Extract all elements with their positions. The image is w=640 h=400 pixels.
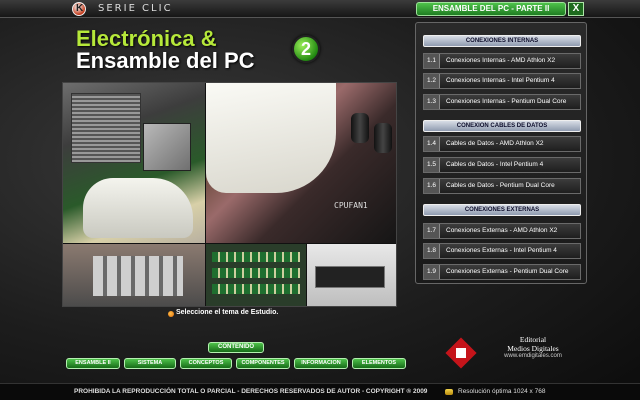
topic-1-4[interactable]: 1.4 Cables de Datos - AMD Athlon X2 [423, 136, 581, 152]
section-header-internas: CONEXIONES INTERNAS [423, 35, 581, 47]
copyright-text: PROHIBIDA LA REPRODUCCIÓN TOTAL O PARCIA… [74, 388, 428, 395]
topic-number: 1.1 [424, 54, 440, 68]
topic-number: 1.6 [424, 179, 440, 193]
logo-inner-shape [456, 348, 466, 358]
heatsink-shape [71, 93, 141, 163]
publisher-text: Editorial Medios Digitales www.emdigital… [478, 335, 588, 359]
section-header-externas: CONEXIONES EXTERNAS [423, 204, 581, 216]
publisher-logo-icon [444, 337, 478, 372]
series-label: SERIE CLIC [98, 3, 173, 14]
ram-stick-shape [212, 284, 300, 294]
nav-informacion[interactable]: INFORMACION [294, 358, 348, 369]
section-header-cables: CONEXION CABLES DE DATOS [423, 120, 581, 132]
topic-1-8[interactable]: 1.8 Conexiones Externas - Intel Pentium … [423, 243, 581, 259]
publisher-url: www.emdigitales.com [504, 353, 562, 359]
nav-conceptos[interactable]: CONCEPTOS [180, 358, 232, 369]
nav-ensamble-ii[interactable]: ENSAMBLE II [66, 358, 120, 369]
publisher-line-2: Medios Digitales [507, 344, 559, 353]
capacitor-shape [351, 113, 369, 143]
topic-1-3[interactable]: 1.3 Conexiones Internas - Pentium Dual C… [423, 94, 581, 110]
topic-1-1[interactable]: 1.1 Conexiones Internas - AMD Athlon X2 [423, 53, 581, 69]
nav-componentes[interactable]: COMPONENTES [236, 358, 290, 369]
topics-panel: CONEXIONES INTERNAS 1.1 Conexiones Inter… [415, 22, 587, 284]
drive-bay-shape [315, 266, 385, 288]
topic-label: Cables de Datos - Pentium Dual Core [446, 182, 555, 189]
photo-motherboard-closeup: CPUFAN1 [206, 83, 396, 243]
photo-ram-slots [206, 244, 306, 306]
nav-sistema[interactable]: SISTEMA [124, 358, 176, 369]
nav-elementos[interactable]: ELEMENTOS [352, 358, 406, 369]
topic-number: 1.5 [424, 158, 440, 172]
app-window: K SERIE CLIC ENSAMBLE DEL PC - PARTE II … [0, 0, 640, 400]
topic-number: 1.8 [424, 244, 440, 258]
topic-label: Conexiones Externas - Pentium Dual Core [446, 268, 569, 275]
topic-label: Cables de Datos - Intel Pentium 4 [446, 161, 544, 168]
resolution-text: Resolución óptima 1024 x 768 [458, 388, 546, 395]
hint-text: Seleccione el tema de Estudio. [176, 309, 279, 316]
photo-back-ports [63, 244, 205, 306]
ram-stick-shape [212, 252, 300, 262]
capacitor-shape [374, 123, 392, 153]
top-bar: K SERIE CLIC ENSAMBLE DEL PC - PARTE II … [0, 0, 640, 18]
topic-label: Cables de Datos - AMD Athlon X2 [446, 140, 544, 147]
gloved-hand-shape [83, 178, 193, 238]
publisher-line-1: Editorial [519, 335, 547, 344]
topic-number: 1.4 [424, 137, 440, 151]
title-line-2: Ensamble del PC [76, 48, 255, 73]
topic-1-5[interactable]: 1.5 Cables de Datos - Intel Pentium 4 [423, 157, 581, 173]
topic-number: 1.9 [424, 265, 440, 279]
topic-1-7[interactable]: 1.7 Conexiones Externas - AMD Athlon X2 [423, 223, 581, 239]
monitor-icon [445, 389, 453, 395]
topic-label: Conexiones Externas - AMD Athlon X2 [446, 227, 558, 234]
cpu-chip-shape [143, 123, 191, 171]
hint-bullet-icon [168, 311, 174, 317]
photo-drive-bay [307, 244, 396, 306]
topic-number: 1.3 [424, 95, 440, 109]
photo-collage: CPUFAN1 [62, 82, 397, 307]
content-button[interactable]: CONTENIDO [208, 342, 264, 353]
footer-bar: PROHIBIDA LA REPRODUCCIÓN TOTAL O PARCIA… [0, 383, 640, 400]
ram-stick-shape [212, 268, 300, 278]
topic-1-6[interactable]: 1.6 Cables de Datos - Pentium Dual Core [423, 178, 581, 194]
topic-1-9[interactable]: 1.9 Conexiones Externas - Pentium Dual C… [423, 264, 581, 280]
window-title: ENSAMBLE DEL PC - PARTE II [416, 2, 566, 16]
brand-logo-icon: K [72, 2, 86, 16]
topic-1-2[interactable]: 1.2 Conexiones Internas - Intel Pentium … [423, 73, 581, 89]
glove-shape [206, 83, 336, 193]
topic-label: Conexiones Internas - Pentium Dual Core [446, 98, 567, 105]
board-silkscreen-label: CPUFAN1 [334, 201, 368, 210]
topic-label: Conexiones Internas - Intel Pentium 4 [446, 77, 555, 84]
ports-shape [93, 256, 183, 296]
topic-number: 1.2 [424, 74, 440, 88]
topic-number: 1.7 [424, 224, 440, 238]
photo-cpu-heatsink [63, 83, 205, 243]
topic-label: Conexiones Externas - Intel Pentium 4 [446, 247, 557, 254]
topic-label: Conexiones Internas - AMD Athlon X2 [446, 57, 556, 64]
part-number-badge: 2 [292, 35, 320, 63]
close-button[interactable]: X [568, 2, 584, 16]
